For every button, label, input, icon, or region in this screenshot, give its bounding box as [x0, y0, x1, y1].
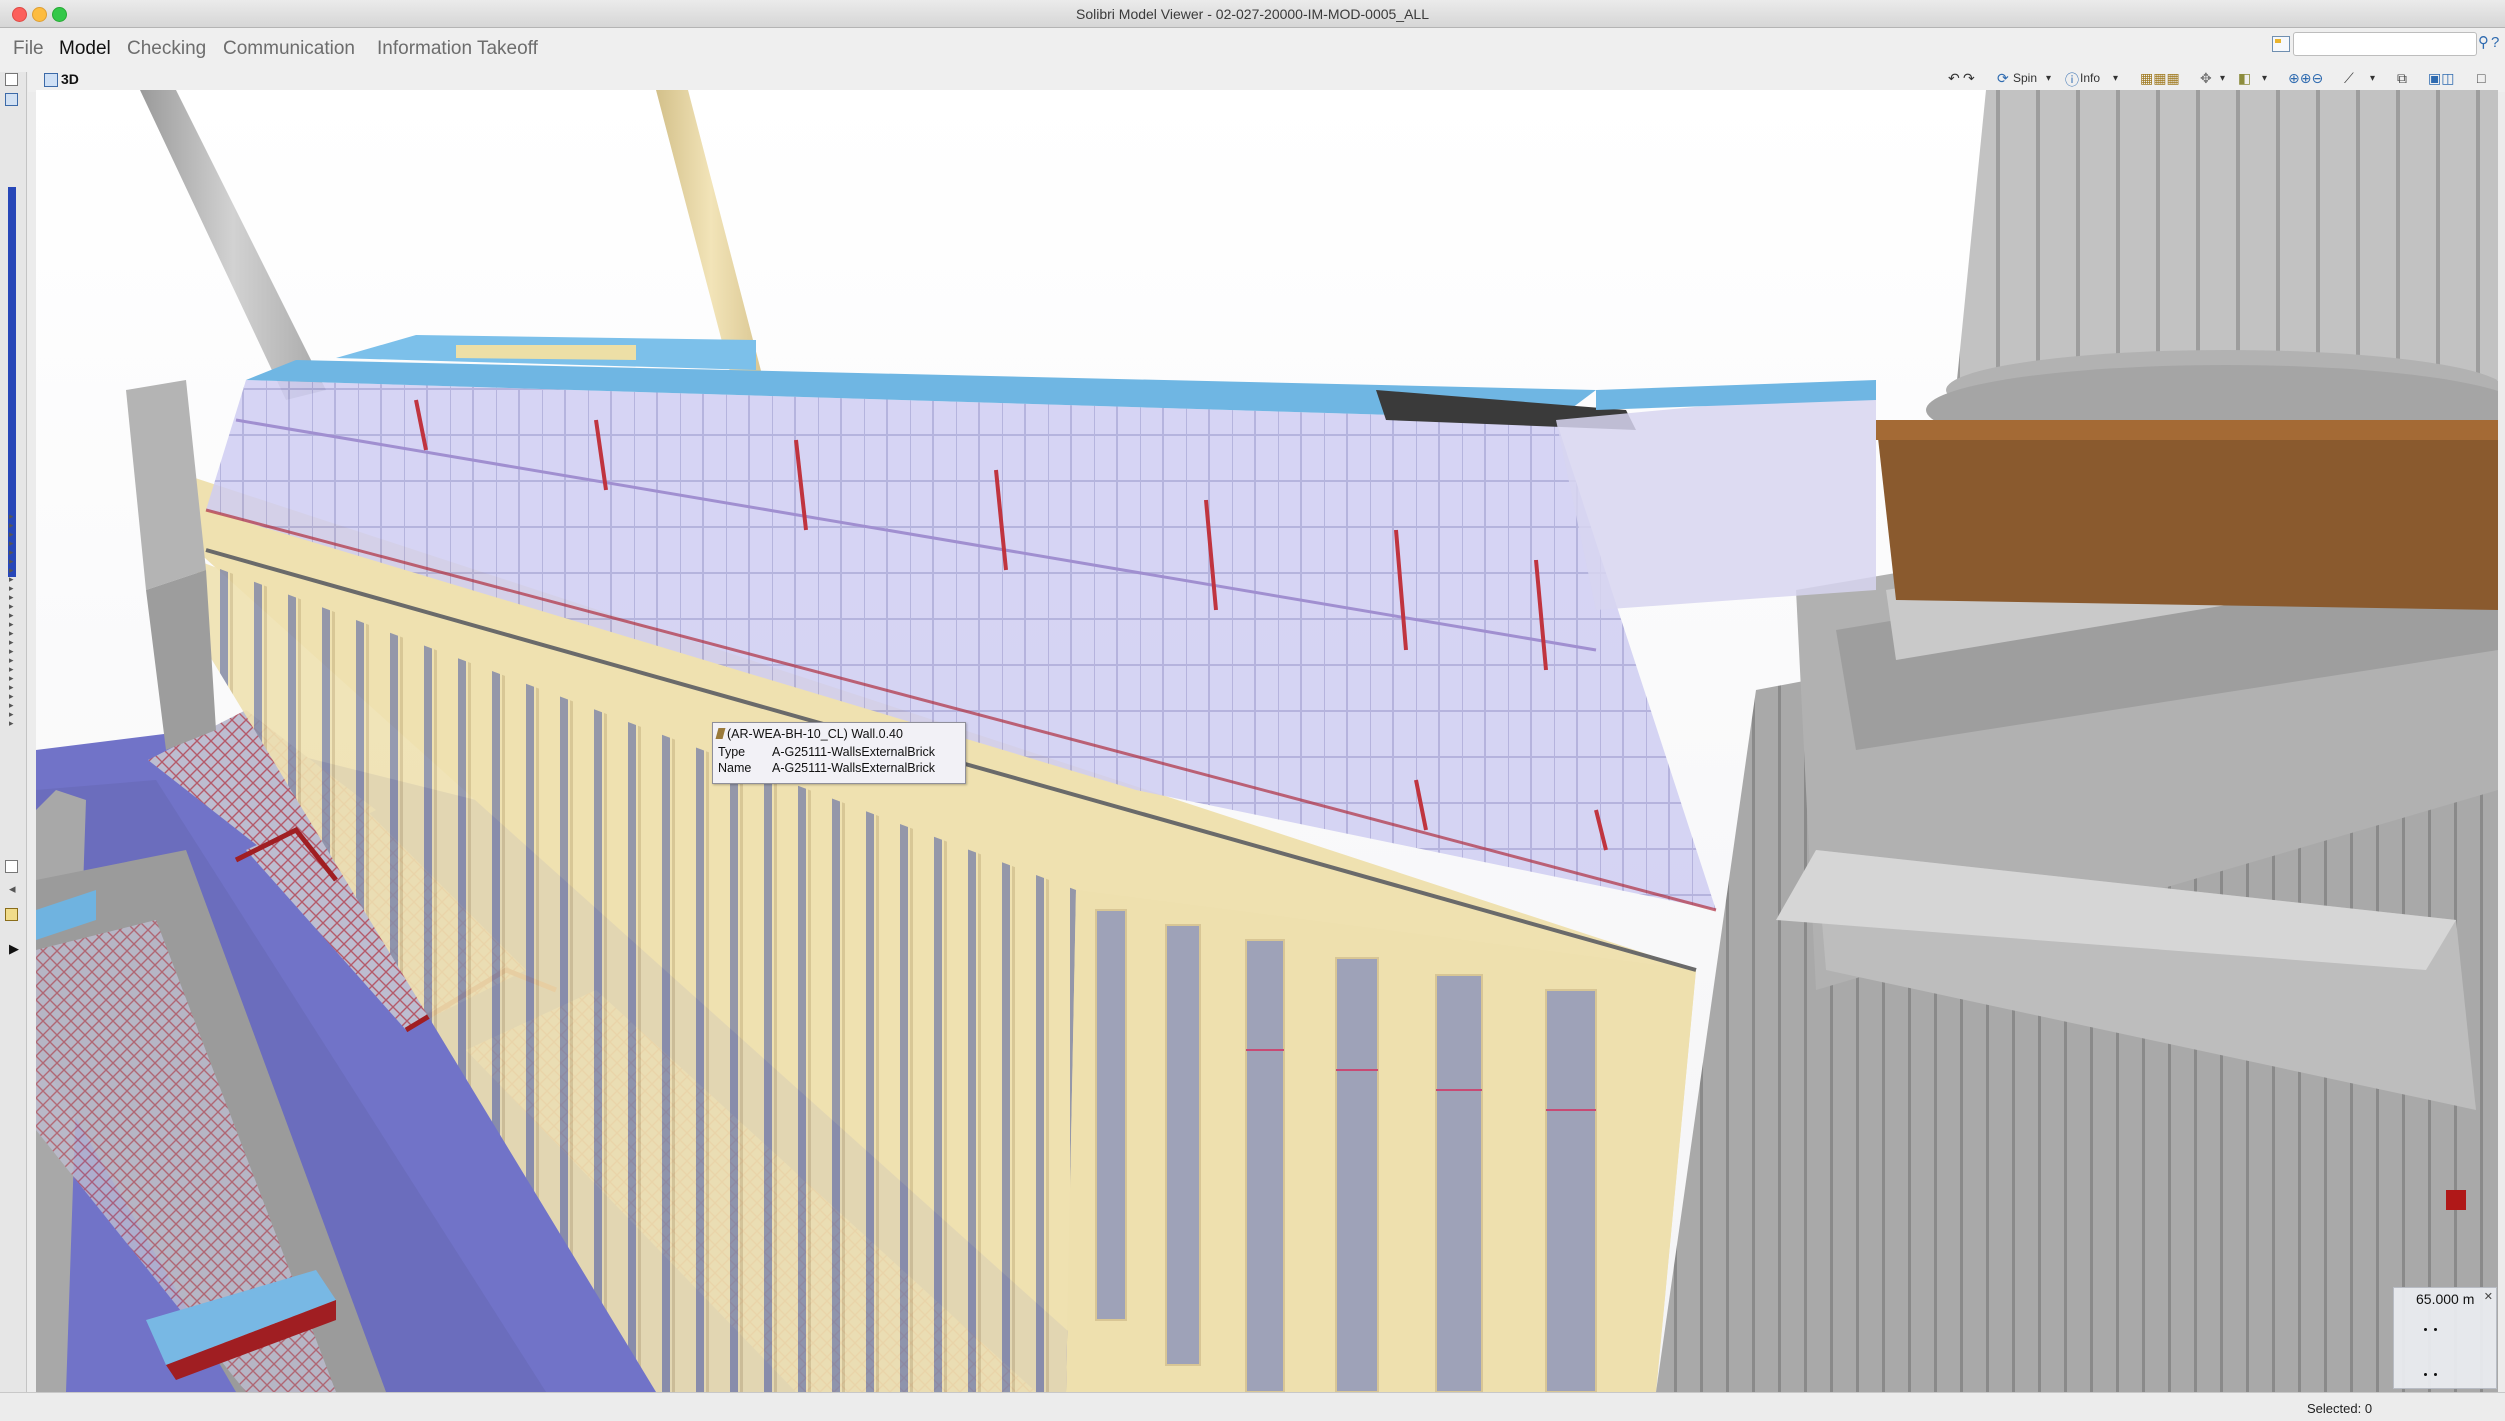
building-model-render[interactable]	[36, 90, 2498, 1392]
navigator-scale-widget[interactable]: 65.000 m ✕	[2393, 1287, 2497, 1389]
detach-view-icon[interactable]: ⧉	[2397, 70, 2407, 87]
nav-dot	[2434, 1373, 2437, 1376]
tooltip-key: Type	[718, 745, 746, 759]
menu-communication[interactable]: Communication	[223, 38, 355, 60]
spin-dropdown-icon[interactable]: ▾	[2046, 73, 2051, 84]
search-input[interactable]	[2293, 32, 2477, 56]
tooltip-value: A-G25111-WallsExternalBrick	[772, 761, 936, 775]
walk-icon[interactable]: ✥	[2200, 70, 2212, 87]
model-tree-icon[interactable]	[5, 93, 18, 106]
chimney-right	[1956, 90, 2498, 390]
left-side-toolbar: ▸ ▸ ▸ ▸ ▸ ▸ ▸ ▸ ▸ ▸ ▸ ▸ ▸ ▸ ▸ ▸ ▸ ▸ ▸ ▸ ▸ ▸ ▸ ▸ ◂ ▶	[0, 72, 27, 1392]
panel-maximize-icon[interactable]	[5, 73, 18, 86]
maximize-view-icon[interactable]: □	[2477, 70, 2485, 86]
section-box-icon[interactable]: ◧	[2238, 70, 2251, 87]
3d-view-icon	[44, 73, 58, 87]
3d-viewport[interactable]	[36, 90, 2498, 1392]
menu-checking[interactable]: Checking	[127, 38, 206, 60]
menu-model[interactable]: Model	[59, 38, 111, 60]
spin-icon[interactable]: ⟳	[1997, 70, 2009, 87]
tooltip-row: Type A-G25111-WallsExternalBrick	[718, 745, 935, 759]
info-button[interactable]: Info	[2080, 71, 2100, 85]
undo-icon[interactable]: ↶	[1948, 70, 1960, 87]
camera-views-icon[interactable]: ▦▦▦	[2140, 70, 2180, 87]
info-dropdown-icon[interactable]: ▾	[2113, 73, 2118, 84]
spin-button[interactable]: Spin	[2013, 71, 2037, 85]
menu-bar: File Model Checking Communication Inform…	[0, 28, 2505, 72]
info-panel-icon[interactable]	[5, 908, 18, 921]
scale-value: 65.000 m	[2416, 1291, 2475, 1307]
wall-icon	[715, 728, 726, 739]
tooltip-key: Name	[718, 761, 752, 775]
second-panel-maximize-icon[interactable]	[5, 860, 18, 873]
menu-file[interactable]: File	[13, 38, 44, 60]
tooltip-title: (AR-WEA-BH-10_CL) Wall.0.40	[727, 727, 903, 741]
collapse-left-icon[interactable]: ◂	[9, 882, 16, 895]
menu-information-takeoff[interactable]: Information Takeoff	[377, 38, 538, 60]
layout-toggle-icon[interactable]: ▣◫	[2428, 70, 2454, 87]
chimney-base-copper	[1876, 420, 2498, 610]
walk-dropdown-icon[interactable]: ▾	[2220, 73, 2225, 84]
measure-dropdown-icon[interactable]: ▾	[2370, 73, 2375, 84]
layout-icon[interactable]	[2272, 36, 2290, 52]
expand-arrows[interactable]: ▸ ▸ ▸ ▸ ▸ ▸ ▸ ▸ ▸ ▸ ▸ ▸ ▸ ▸ ▸ ▸ ▸ ▸ ▸ ▸ ▸ ▸ ▸ ▸	[9, 512, 14, 728]
window-title-bar: Solibri Model Viewer - 02-027-20000-IM-M…	[0, 0, 2505, 28]
window-title: Solibri Model Viewer - 02-027-20000-IM-M…	[1075, 6, 1430, 22]
redo-icon[interactable]: ↷	[1963, 70, 1975, 87]
info-icon[interactable]: ⓘ	[2065, 70, 2079, 90]
tooltip-row: Name A-G25111-WallsExternalBrick	[718, 761, 935, 775]
element-info-tooltip: (AR-WEA-BH-10_CL) Wall.0.40 Type A-G25111…	[712, 722, 966, 784]
selected-count: Selected: 0	[2307, 1401, 2373, 1416]
nav-dot	[2424, 1328, 2427, 1331]
section-dropdown-icon[interactable]: ▾	[2262, 73, 2267, 84]
nav-dot	[2424, 1373, 2427, 1376]
status-bar: Selected: 0	[0, 1392, 2505, 1421]
zoom-icons[interactable]: ⊕⊕⊖	[2288, 70, 2323, 87]
measure-icon[interactable]: ⟋	[2344, 70, 2354, 87]
play-icon[interactable]: ▶	[9, 942, 19, 955]
nav-dot	[2434, 1328, 2437, 1331]
help-icon[interactable]: ⚲?	[2478, 33, 2501, 51]
view-header	[28, 72, 2505, 92]
close-icon[interactable]: ✕	[2484, 1290, 2493, 1303]
tooltip-value: A-G25111-WallsExternalBrick	[772, 745, 936, 759]
view-title: 3D	[61, 71, 79, 87]
